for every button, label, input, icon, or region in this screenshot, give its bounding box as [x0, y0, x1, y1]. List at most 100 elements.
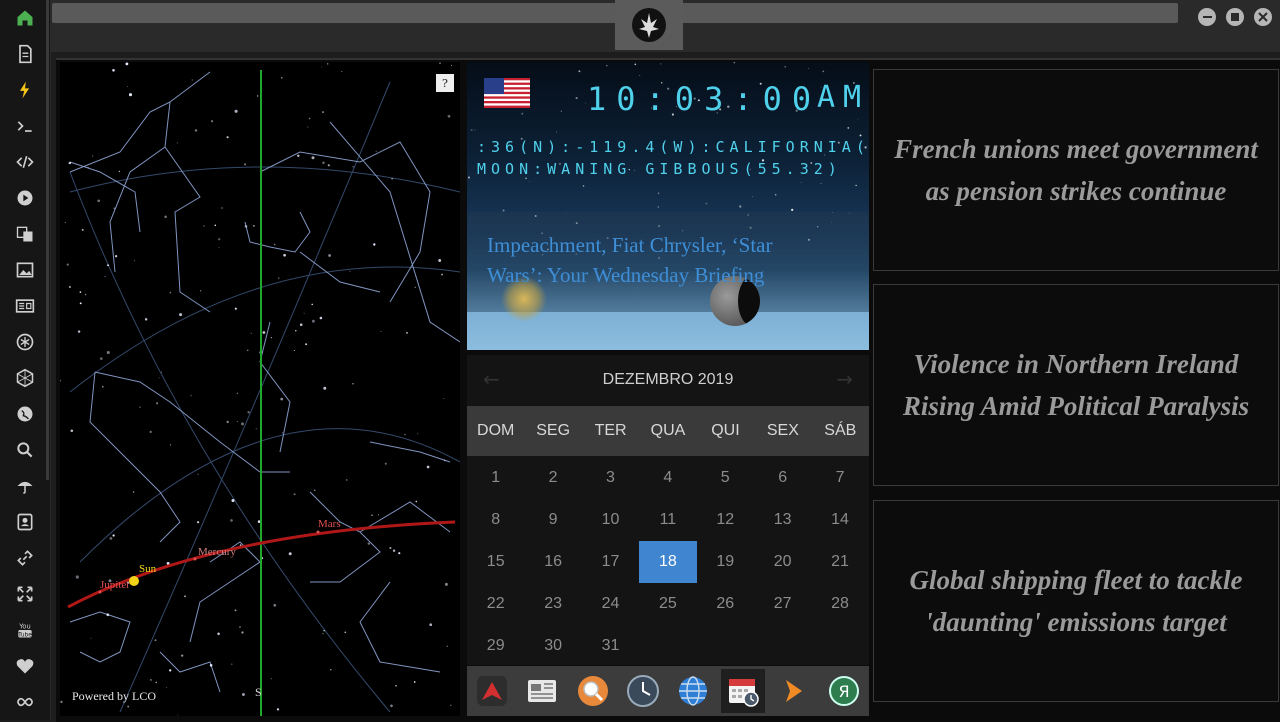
hexagon-icon: [16, 368, 34, 388]
calendar-day[interactable]: 14: [811, 499, 868, 541]
calendar-day[interactable]: 30: [524, 625, 581, 667]
calendar-day[interactable]: 13: [754, 499, 811, 541]
link-nav-item[interactable]: [0, 540, 50, 576]
calendar-day[interactable]: 16: [524, 541, 581, 583]
calendar-day[interactable]: 25: [639, 583, 696, 625]
help-button[interactable]: ?: [436, 74, 454, 92]
close-button[interactable]: [1254, 8, 1272, 26]
calendar-day[interactable]: 1: [467, 457, 524, 499]
calendar-day[interactable]: 8: [467, 499, 524, 541]
search-nav-item[interactable]: [0, 432, 50, 468]
weekday-label: SEG: [536, 422, 571, 439]
calendar-day[interactable]: 24: [582, 583, 639, 625]
news-title: Global shipping fleet to tackle 'dauntin…: [909, 565, 1243, 637]
next-month-icon[interactable]: →: [836, 367, 853, 391]
mars-label: Mars: [318, 518, 341, 530]
calendar-widget: ← DEZEMBRO 2019 → DOM SEG TER QUA QUI SEX SÁB …: [467, 355, 869, 665]
calendar-day[interactable]: 26: [697, 583, 754, 625]
calendar-day[interactable]: 6: [754, 457, 811, 499]
sun-label: Sun: [139, 563, 157, 575]
code-nav-item[interactable]: [0, 144, 50, 180]
calendar-day[interactable]: 19: [697, 541, 754, 583]
terminal-nav-item[interactable]: [0, 108, 50, 144]
news-app-icon[interactable]: [520, 669, 564, 713]
calendar-app-icon[interactable]: [721, 669, 766, 713]
asterisk-nav-item[interactable]: [0, 324, 50, 360]
contacts-nav-item[interactable]: [0, 504, 50, 540]
umbrella-nav-item[interactable]: [0, 468, 50, 504]
weekday-label: QUI: [711, 422, 740, 439]
calendar-day[interactable]: 21: [811, 541, 868, 583]
calendar-day[interactable]: 10: [582, 499, 639, 541]
prev-month-icon[interactable]: ←: [483, 367, 500, 391]
contacts-icon: [17, 513, 33, 531]
maximize-button[interactable]: [1226, 8, 1244, 26]
play-nav-item[interactable]: [0, 180, 50, 216]
asterisk-icon: [16, 333, 34, 351]
sidebar-scrollbar[interactable]: [46, 0, 49, 480]
star-map[interactable]: Sun Mercury Mars Jupiter ? Powered by LC…: [60, 62, 460, 716]
calendar-day[interactable]: 18: [639, 541, 697, 583]
fullscreen-nav-item[interactable]: [0, 576, 50, 612]
newspaper-nav-item[interactable]: [0, 288, 50, 324]
calendar-day[interactable]: 4: [639, 457, 696, 499]
calendar-day[interactable]: 7: [811, 457, 868, 499]
yandex-app-icon[interactable]: Я: [822, 669, 866, 713]
code-icon: [16, 155, 34, 169]
lightning-nav-item[interactable]: [0, 72, 50, 108]
search-app-icon[interactable]: [571, 669, 615, 713]
calendar-days-grid: 1 2 3 4 5 6 7 8 9 10 11 12 13 14 15 16 17 18 19 20 21 22 23 24 2…: [467, 457, 869, 667]
rebel-emblem-icon[interactable]: [615, 0, 683, 50]
link-icon: [17, 550, 33, 566]
calendar-day[interactable]: 11: [639, 499, 696, 541]
infinity-nav-item[interactable]: [0, 684, 50, 720]
news-card-1[interactable]: French unions meet government as pension…: [873, 69, 1279, 271]
briefing-headline-link[interactable]: Impeachment, Fiat Chrysler, ‘Star Wars’:…: [487, 230, 827, 290]
globe-app-icon[interactable]: [671, 669, 715, 713]
home-nav-item[interactable]: [0, 0, 50, 36]
news-title: French unions meet government as pension…: [894, 134, 1258, 206]
rebel-app-icon[interactable]: [470, 669, 514, 713]
newspaper-icon: [15, 299, 35, 313]
jupiter-label: Jupiter: [100, 579, 130, 591]
calendar-day[interactable]: 2: [524, 457, 581, 499]
news-title: Violence in Northern Ireland Rising Amid…: [902, 349, 1250, 421]
fullscreen-icon: [17, 586, 33, 602]
hexagon-nav-item[interactable]: [0, 360, 50, 396]
calendar-day[interactable]: 15: [467, 541, 524, 583]
calendar-day[interactable]: 27: [754, 583, 811, 625]
calendar-day[interactable]: 9: [524, 499, 581, 541]
svg-text:Tube: Tube: [17, 632, 32, 638]
calendar-day[interactable]: 20: [754, 541, 811, 583]
calendar-day[interactable]: 22: [467, 583, 524, 625]
minimize-button[interactable]: [1198, 8, 1216, 26]
youtube-nav-item[interactable]: You Tube: [0, 612, 50, 648]
calendar-day[interactable]: 3: [582, 457, 639, 499]
globe-nav-item[interactable]: [0, 396, 50, 432]
document-nav-item[interactable]: [0, 36, 50, 72]
news-card-2[interactable]: Violence in Northern Ireland Rising Amid…: [873, 284, 1279, 486]
calendar-day[interactable]: 31: [582, 625, 639, 667]
us-flag-icon[interactable]: [484, 78, 530, 108]
infinity-icon: [17, 697, 33, 707]
image-nav-item[interactable]: [0, 252, 50, 288]
calendar-header: ← DEZEMBRO 2019 →: [467, 355, 869, 405]
clock-ampm: AM: [817, 80, 869, 115]
clock-app-icon[interactable]: [621, 669, 665, 713]
weekday-header: DOM SEG TER QUA QUI SEX SÁB: [467, 406, 869, 456]
home-icon: [17, 10, 33, 26]
translate-nav-item[interactable]: [0, 216, 50, 252]
calendar-day[interactable]: 12: [697, 499, 754, 541]
heart-nav-item[interactable]: [0, 648, 50, 684]
sky-chart: [60, 62, 460, 716]
calendar-day[interactable]: 29: [467, 625, 524, 667]
calendar-day[interactable]: 28: [811, 583, 868, 625]
calendar-day[interactable]: 23: [524, 583, 581, 625]
news-card-3[interactable]: Global shipping fleet to tackle 'dauntin…: [873, 500, 1279, 702]
calendar-day[interactable]: 17: [582, 541, 639, 583]
weekday-label: TER: [594, 422, 627, 439]
arrow-app-icon[interactable]: [772, 669, 816, 713]
mercury-label: Mercury: [198, 546, 236, 558]
calendar-day[interactable]: 5: [697, 457, 754, 499]
document-icon: [19, 44, 32, 64]
